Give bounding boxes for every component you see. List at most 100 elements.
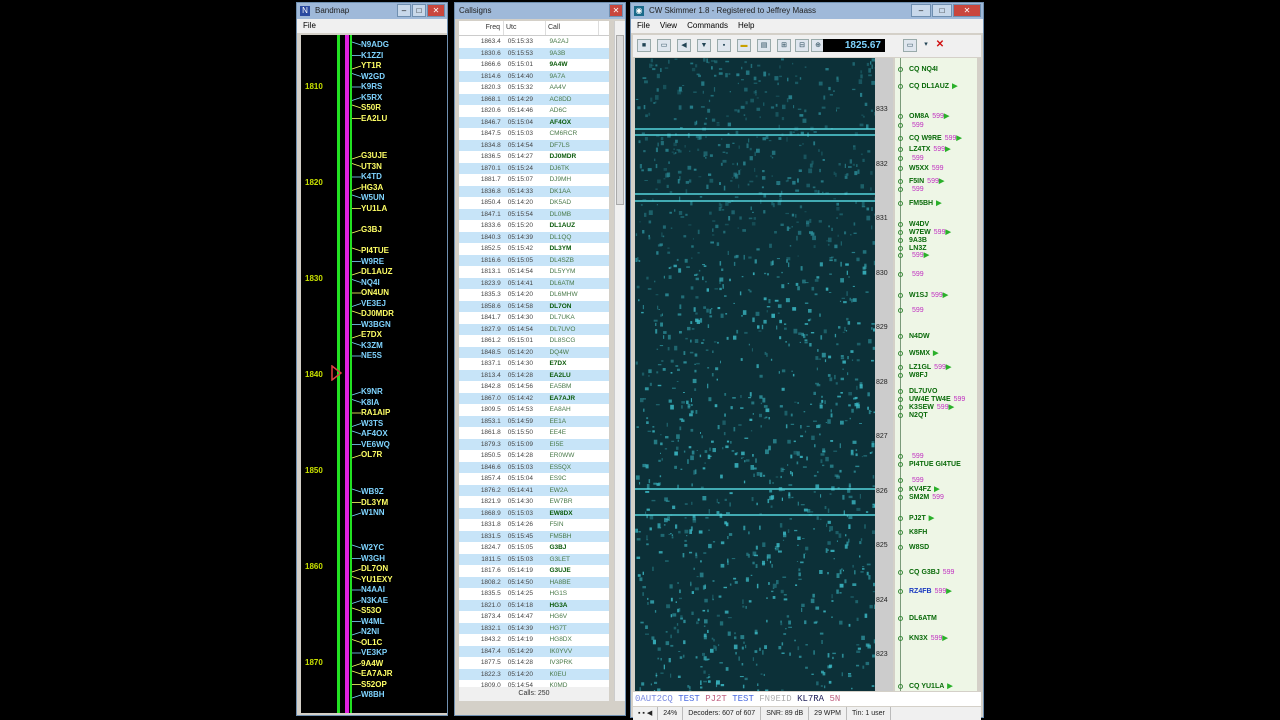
bandmap-callsign[interactable]: DL3YM: [361, 498, 388, 508]
bandmap-callsign[interactable]: W4ML: [361, 617, 385, 627]
play-arrow-icon[interactable]: ▶: [945, 146, 950, 153]
bandmap-callsign[interactable]: W5UN: [361, 193, 385, 203]
table-row[interactable]: 1814.6 05:14:40 9A7A: [459, 70, 609, 82]
bandmap-callsign[interactable]: N4AAI: [361, 585, 385, 595]
menu-file[interactable]: File: [303, 19, 316, 33]
table-row[interactable]: 1822.3 05:14:20 K0EU: [459, 668, 609, 680]
decoded-call[interactable]: CQ YU1LA ▶: [909, 682, 953, 691]
decoded-call[interactable]: 599: [909, 121, 924, 130]
decoded-call[interactable]: OM8A 599▶: [909, 112, 949, 121]
table-row[interactable]: 1809.5 05:14:53 EA8AH: [459, 404, 609, 416]
bandmap-titlebar[interactable]: N Bandmap – □ ✕: [297, 3, 447, 19]
col-freq[interactable]: Freq: [459, 21, 504, 35]
table-row[interactable]: 1840.3 05:14:39 DL1QQ: [459, 231, 609, 243]
decoded-call[interactable]: PJ2T ▶: [909, 514, 934, 523]
callsigns-close-button[interactable]: ✕: [609, 4, 623, 17]
bandmap-callsign[interactable]: DL7ON: [361, 564, 388, 574]
table-row[interactable]: 1835.5 05:14:25 HG1S: [459, 588, 609, 600]
col-call[interactable]: Call: [546, 21, 599, 35]
table-row[interactable]: 1827.9 05:14:54 DL7UVO: [459, 323, 609, 335]
table-row[interactable]: 1868.1 05:14:29 AC8DD: [459, 93, 609, 105]
play-arrow-icon[interactable]: ▶: [946, 364, 951, 371]
table-row[interactable]: 1842.8 05:14:56 EA5BM: [459, 381, 609, 393]
bandmap-callsign[interactable]: E7DX: [361, 330, 382, 340]
bandmap-callsign[interactable]: W3GH: [361, 554, 385, 564]
bandmap-callsign[interactable]: W3TS: [361, 419, 383, 429]
menu-file[interactable]: File: [637, 19, 650, 33]
table-row[interactable]: 1820.6 05:14:46 AD6C: [459, 105, 609, 117]
bandmap-callsign[interactable]: YT1R: [361, 61, 381, 71]
clear-icon[interactable]: ✕: [933, 39, 947, 52]
decoded-call[interactable]: W5MX ▶: [909, 349, 938, 358]
table-row[interactable]: 1816.6 05:15:05 DL4SZB: [459, 254, 609, 266]
tuning-marker-icon[interactable]: [331, 365, 343, 381]
skimmer-close-button[interactable]: ✕: [953, 4, 981, 17]
waterfall-display[interactable]: [635, 58, 875, 691]
table-row[interactable]: 1847.5 05:15:03 CM6RCR: [459, 128, 609, 140]
table-row[interactable]: 1834.8 05:14:54 DF7LS: [459, 139, 609, 151]
decoded-call[interactable]: DL6ATM: [909, 614, 940, 623]
play-arrow-icon[interactable]: ▶: [939, 178, 944, 185]
menu-commands[interactable]: Commands: [687, 19, 728, 33]
play-arrow-icon[interactable]: ▶: [936, 200, 941, 207]
filter-icon[interactable]: ▭: [903, 39, 917, 52]
bandmap-callsign[interactable]: N9ADG: [361, 40, 389, 50]
bandmap-callsign[interactable]: S52OP: [361, 680, 387, 690]
table-row[interactable]: 1808.2 05:14:50 HA8BE: [459, 576, 609, 588]
bandmap-callsign[interactable]: K9NR: [361, 387, 383, 397]
bandmap-callsign[interactable]: K3ZM: [361, 341, 383, 351]
decoded-call[interactable]: CQ G3BJ 599: [909, 568, 954, 577]
table-row[interactable]: 1821.0 05:14:18 HG3A: [459, 599, 609, 611]
decoded-call[interactable]: RZ4FB 599▶: [909, 587, 952, 596]
table-row[interactable]: 1850.5 05:14:28 ER0WW: [459, 450, 609, 462]
table-row[interactable]: 1813.4 05:14:28 EA2LU: [459, 369, 609, 381]
decoded-call[interactable]: CQ DL1AUZ ▶: [909, 82, 957, 91]
download-icon[interactable]: ▼: [697, 39, 711, 52]
table-row[interactable]: 1850.4 05:14:20 DK5AD: [459, 197, 609, 209]
play-arrow-icon[interactable]: ▶: [943, 292, 948, 299]
bandmap-callsign[interactable]: NE5S: [361, 351, 382, 361]
table-row[interactable]: 1866.6 05:15:01 9A4W: [459, 59, 609, 71]
grid-icon[interactable]: ⊟: [795, 39, 809, 52]
speaker-icon[interactable]: ◀: [677, 39, 691, 52]
decoded-call[interactable]: W8SD: [909, 543, 932, 552]
bandmap-callsign[interactable]: S50R: [361, 103, 381, 113]
table-row[interactable]: 1821.9 05:14:30 EW7BR: [459, 496, 609, 508]
maximize-button[interactable]: □: [412, 4, 426, 17]
frequency-display[interactable]: 1825.67: [823, 39, 885, 52]
table-row[interactable]: 1861.8 05:15:50 EE4E: [459, 427, 609, 439]
decoded-call[interactable]: CQ NQ4I: [909, 65, 941, 74]
bandmap-callsign[interactable]: NQ4I: [361, 278, 380, 288]
bandmap-callsign[interactable]: K4TD: [361, 172, 382, 182]
bandmap-callsign[interactable]: DJ0MDR: [361, 309, 394, 319]
zoom-icon[interactable]: ⊞: [777, 39, 791, 52]
bandmap-callsign[interactable]: G3UJE: [361, 151, 387, 161]
minimize-button[interactable]: –: [397, 4, 411, 17]
bandmap-callsign[interactable]: OL1C: [361, 638, 382, 648]
decoded-call[interactable]: 599: [909, 154, 924, 163]
bandmap-callsign[interactable]: W8BH: [361, 690, 385, 700]
play-arrow-icon[interactable]: ▶: [944, 113, 949, 120]
decoded-call[interactable]: W1SJ 599▶: [909, 291, 948, 300]
bandmap-callsign[interactable]: UT3N: [361, 162, 382, 172]
decoded-call[interactable]: 599: [909, 306, 924, 315]
bandmap-callsign[interactable]: VE3EJ: [361, 299, 386, 309]
bandmap-callsign[interactable]: YU1EXY: [361, 575, 393, 585]
notepad-icon[interactable]: ▤: [757, 39, 771, 52]
decoded-call[interactable]: 599: [909, 476, 924, 485]
table-row[interactable]: 1863.4 05:15:33 9A2AJ: [459, 36, 609, 48]
save-icon[interactable]: ▪: [717, 39, 731, 52]
skimmer-minimize-button[interactable]: –: [911, 4, 931, 17]
decoded-call[interactable]: W5XX 599: [909, 164, 944, 173]
bandmap-canvas[interactable]: 1810 1820 1830 1840 1850 1860 1870 N9ADG K1ZZI Y…: [301, 35, 447, 713]
bandmap-callsign[interactable]: S53O: [361, 606, 381, 616]
decoded-call[interactable]: LZ4TX 599▶: [909, 145, 950, 154]
decoded-calls-panel[interactable]: CQ NQ4I CQ DL1AUZ ▶ OM8A 599▶ 599 CQ W9RE 599▶ L…: [895, 58, 977, 691]
bandmap-callsign[interactable]: K8IA: [361, 398, 379, 408]
bandmap-callsign[interactable]: YU1LA: [361, 204, 387, 214]
table-row[interactable]: 1811.5 05:15:03 G3LET: [459, 553, 609, 565]
table-row[interactable]: 1833.6 05:15:20 DL1AUZ: [459, 220, 609, 232]
bandmap-callsign[interactable]: K9RS: [361, 82, 382, 92]
bandmap-callsign[interactable]: VE6WQ: [361, 440, 390, 450]
table-row[interactable]: 1861.2 05:15:01 DL8SCG: [459, 335, 609, 347]
